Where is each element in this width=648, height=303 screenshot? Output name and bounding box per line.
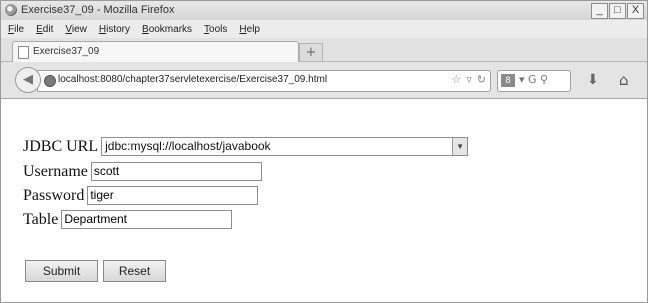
url-text: localhost:8080/chapter37servletexercise/…: [58, 74, 328, 85]
tab-bar: Exercise37_09 +: [1, 38, 647, 62]
menu-history[interactable]: History: [99, 24, 130, 35]
tab-label: Exercise37_09: [33, 46, 100, 57]
close-button[interactable]: X: [627, 3, 644, 19]
jdbc-url-value: jdbc:mysql://localhost/javabook: [105, 139, 271, 153]
menu-file[interactable]: File: [8, 24, 24, 35]
table-row: Table Department: [23, 210, 233, 229]
password-field[interactable]: tiger: [87, 186, 259, 205]
maximize-button[interactable]: □: [609, 3, 626, 19]
menu-view[interactable]: View: [65, 24, 87, 35]
password-row: Password tiger: [23, 186, 259, 205]
dropdown-icon[interactable]: ▿: [466, 73, 472, 86]
firefox-icon: [5, 4, 17, 16]
back-arrow-icon[interactable]: ◀: [15, 67, 41, 93]
browser-window: Exercise37_09 - Mozilla Firefox _ □ X Fi…: [0, 0, 648, 303]
menu-tools[interactable]: Tools: [204, 24, 227, 35]
menu-help[interactable]: Help: [239, 24, 260, 35]
new-tab-button[interactable]: +: [299, 43, 323, 61]
search-engine-icon[interactable]: 8: [501, 74, 515, 87]
bookmark-star-icon[interactable]: ☆: [451, 73, 461, 86]
page-icon: [18, 46, 29, 59]
menu-edit[interactable]: Edit: [36, 24, 53, 35]
jdbc-url-label: JDBC URL: [23, 137, 99, 155]
username-label: Username: [23, 162, 88, 180]
password-label: Password: [23, 186, 85, 204]
search-box[interactable]: 8 ▾ G ⚲: [497, 70, 571, 92]
jdbc-row: JDBC URL jdbc:mysql://localhost/javabook…: [23, 137, 469, 156]
tab-exercise[interactable]: Exercise37_09: [12, 41, 299, 62]
table-label: Table: [23, 210, 59, 228]
url-bar[interactable]: localhost:8080/chapter37servletexercise/…: [37, 70, 491, 92]
window-title: Exercise37_09 - Mozilla Firefox: [21, 4, 175, 16]
navigation-bar: localhost:8080/chapter37servletexercise/…: [1, 62, 647, 99]
username-row: Username scott: [23, 162, 262, 181]
submit-button[interactable]: Submit: [25, 260, 98, 282]
minimize-button[interactable]: _: [591, 3, 608, 19]
username-field[interactable]: scott: [90, 162, 262, 181]
globe-icon: [44, 75, 56, 87]
reload-icon[interactable]: ↻: [477, 73, 486, 86]
table-field[interactable]: Department: [61, 210, 233, 229]
page-content: JDBC URL jdbc:mysql://localhost/javabook…: [1, 99, 647, 302]
menu-bookmarks[interactable]: Bookmarks: [142, 24, 192, 35]
menu-bar: File Edit View History Bookmarks Tools H…: [1, 20, 647, 38]
home-icon[interactable]: ⌂: [619, 71, 629, 89]
download-icon[interactable]: ⬇: [587, 72, 599, 88]
search-icon[interactable]: ▾ G ⚲: [519, 73, 548, 86]
title-bar: Exercise37_09 - Mozilla Firefox _ □ X: [1, 1, 647, 20]
chevron-down-icon[interactable]: ▼: [452, 138, 468, 155]
jdbc-url-select[interactable]: jdbc:mysql://localhost/javabook ▼: [101, 137, 469, 156]
reset-button[interactable]: Reset: [103, 260, 166, 282]
